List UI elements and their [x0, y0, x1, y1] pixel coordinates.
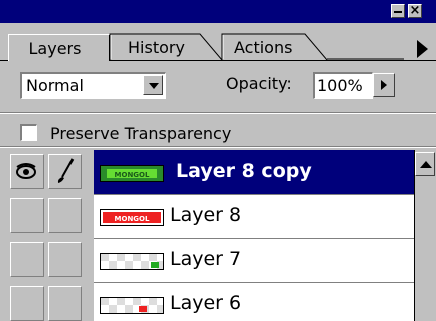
link-toggle[interactable] [48, 154, 82, 189]
palette-title-bar[interactable]: × [0, 0, 436, 23]
layer-thumbnail-art: MONGOL [103, 212, 161, 223]
tab-actions-label: Actions [234, 38, 293, 57]
layer-name: Layer 8 copy [176, 160, 312, 182]
minimize-button[interactable] [391, 4, 405, 18]
layer-thumbnail-art: MONGOL [101, 166, 163, 181]
link-toggle[interactable] [48, 198, 82, 233]
tab-history-label: History [128, 38, 185, 57]
link-toggle[interactable] [48, 286, 82, 321]
eye-icon [16, 163, 36, 179]
scroll-up-button[interactable] [415, 152, 435, 176]
layer-row[interactable]: MONGOL Layer 8 copy [0, 150, 414, 194]
divider [0, 146, 436, 148]
row-separator [94, 194, 414, 195]
layer-thumbnail-art [101, 298, 163, 313]
visibility-toggle[interactable] [10, 154, 44, 189]
layer-thumbnail: MONGOL [100, 165, 164, 182]
layer-thumbnail: MONGOL [100, 209, 164, 226]
close-button[interactable]: × [408, 3, 422, 18]
divider [0, 112, 436, 114]
blend-mode-value: Normal [26, 76, 84, 95]
triangle-up-icon [420, 161, 432, 168]
layer-name: Layer 6 [170, 292, 242, 314]
svg-text:MONGOL: MONGOL [115, 171, 150, 179]
preserve-transparency-label: Preserve Transparency [50, 124, 232, 143]
layer-row[interactable]: Layer 6 [0, 282, 414, 321]
layer-name: Layer 7 [170, 248, 242, 270]
layer-row[interactable]: Layer 7 [0, 238, 414, 282]
layer-row[interactable]: MONGOL Layer 8 [0, 194, 414, 238]
row-separator [94, 238, 414, 239]
opacity-label: Opacity: [226, 74, 292, 93]
tab-actions[interactable]: Actions [222, 34, 327, 62]
tab-strip: Layers History Actions [0, 23, 436, 61]
tab-history[interactable]: History [110, 34, 222, 62]
triangle-right-icon [381, 80, 387, 90]
visibility-toggle[interactable] [10, 198, 44, 233]
chevron-down-icon [149, 83, 159, 89]
layer-thumbnail [100, 297, 164, 314]
visibility-toggle[interactable] [10, 286, 44, 321]
layer-name: Layer 8 [170, 204, 242, 226]
link-toggle[interactable] [48, 242, 82, 277]
visibility-toggle[interactable] [10, 242, 44, 277]
palette-menu-arrow-icon[interactable] [417, 40, 428, 58]
layers-list: MONGOL Layer 8 copy MONGOL Layer 8 Layer… [0, 150, 414, 321]
tab-layers-label: Layers [28, 39, 82, 58]
preserve-transparency-checkbox[interactable] [20, 124, 37, 141]
minimize-icon [394, 11, 402, 13]
close-icon: × [409, 3, 421, 18]
row-separator [94, 282, 414, 283]
opacity-slider-button[interactable] [373, 73, 395, 97]
opacity-input[interactable]: 100% [313, 72, 373, 99]
layer-thumbnail [100, 253, 164, 270]
blend-mode-select[interactable]: Normal [20, 72, 166, 99]
paintbrush-icon [57, 158, 75, 183]
layers-scrollbar[interactable] [414, 150, 436, 321]
tab-layers[interactable]: Layers [8, 34, 110, 61]
blend-mode-dropdown-button[interactable] [143, 75, 163, 95]
layer-thumbnail-art [101, 254, 163, 269]
svg-text:MONGOL: MONGOL [115, 215, 150, 223]
